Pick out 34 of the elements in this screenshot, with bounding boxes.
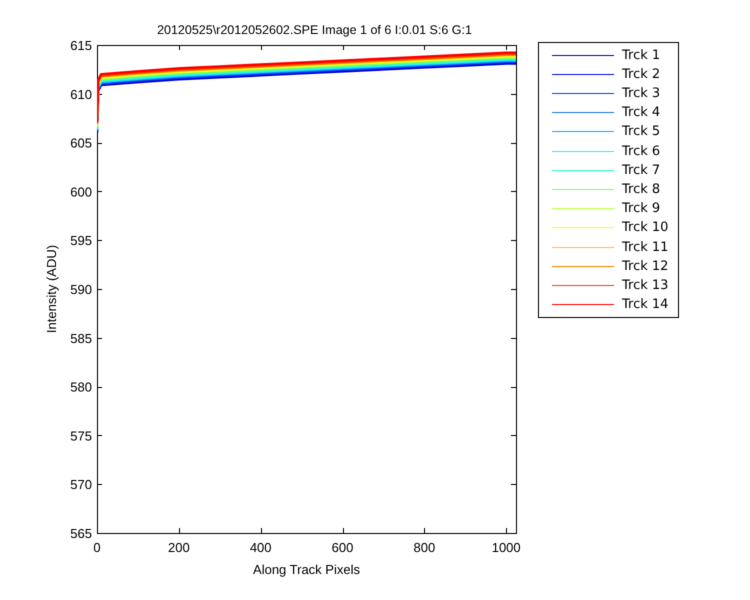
tick-label: 580 (70, 380, 92, 395)
tick-label: 615 (70, 38, 92, 53)
tick-label: 570 (70, 477, 92, 492)
legend-label: Trck 14 (622, 297, 668, 312)
tick-label: 600 (70, 184, 92, 200)
tick-label: 605 (70, 136, 92, 151)
legend-label: Trck 12 (622, 258, 668, 274)
tick-label: 1000 (492, 540, 521, 555)
legend-label: Trck 13 (622, 278, 668, 293)
tick-label: 0 (93, 540, 101, 555)
tick-label: 575 (70, 428, 92, 444)
tick-label: 200 (168, 540, 190, 555)
chart-title: 20120525\r2012052602.SPE Image 1 of 6 I:0.01 S:6 G:1 (157, 23, 472, 37)
legend-label: Trck 9 (622, 201, 660, 216)
legend-label: Trck 6 (622, 144, 660, 159)
y-axis-label: Intensity (ADU) (44, 244, 59, 334)
legend-label: Trck 8 (622, 182, 660, 197)
tick-label: 590 (70, 282, 92, 297)
legend-label: Trck 11 (622, 240, 668, 255)
tick-label: 595 (70, 233, 92, 248)
tick-label: 565 (70, 526, 92, 541)
tick-label: 400 (250, 540, 272, 555)
tick-label: 800 (414, 540, 436, 555)
legend-label: Trck 7 (622, 162, 660, 178)
legend-label: Trck 4 (622, 105, 660, 120)
legend-label: Trck 5 (622, 124, 660, 140)
tick-label: 610 (70, 86, 92, 102)
legend-label: Trck 3 (622, 86, 660, 102)
tick-label: 600 (332, 540, 354, 555)
legend-label: Trck 1 (622, 48, 660, 63)
legend-label: Trck 10 (622, 220, 668, 236)
x-axis-label: Along Track Pixels (253, 562, 360, 577)
tick-label: 585 (70, 330, 92, 346)
legend-label: Trck 2 (622, 66, 660, 82)
